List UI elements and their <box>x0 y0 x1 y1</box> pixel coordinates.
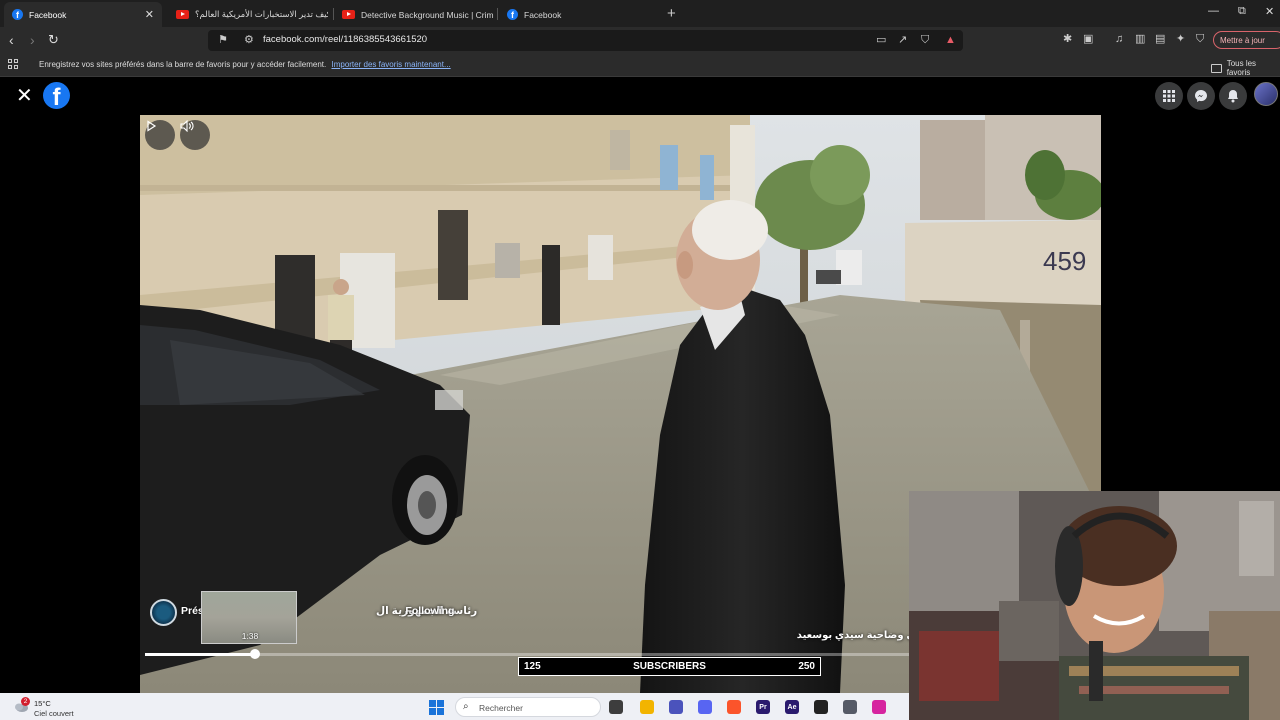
extensions-icon[interactable]: ✱ <box>1063 33 1072 45</box>
tab-youtube-cia[interactable]: كيف تدير الاستخبارات الأمريكية العالم؟ | <box>168 2 328 27</box>
youtube-icon <box>176 10 189 19</box>
subscribers-goal: 250 <box>798 661 815 672</box>
teams-icon[interactable] <box>669 700 683 714</box>
shield-icon[interactable]: ⛉ <box>921 34 929 46</box>
search-placeholder: Rechercher <box>479 703 523 713</box>
notifications-bell-icon[interactable] <box>1219 82 1247 110</box>
all-bookmarks-label: Tous les favoris <box>1226 59 1257 77</box>
video-progress-fill <box>145 653 255 656</box>
speaker-icon <box>180 120 194 132</box>
menu-grid-icon[interactable] <box>1155 82 1183 110</box>
ai-icon[interactable]: ✦ <box>1176 33 1185 45</box>
close-tab-icon[interactable]: ✕ <box>145 8 154 21</box>
update-button[interactable]: Mettre à jour <box>1213 31 1280 49</box>
windows-start-button[interactable] <box>429 700 444 715</box>
instagram-icon[interactable] <box>872 700 886 714</box>
webcam-illustration <box>909 491 1280 720</box>
channel-avatar[interactable] <box>150 599 177 626</box>
url-text[interactable]: facebook.com/reel/1186385543661520 <box>263 34 427 45</box>
forward-icon[interactable]: › <box>30 33 35 47</box>
following-status[interactable]: · Following <box>399 605 454 617</box>
after-effects-icon[interactable]: Ae <box>785 700 799 714</box>
wallet-icon[interactable]: ▤ <box>1155 33 1165 45</box>
site-settings-icon[interactable]: ⚙ <box>244 34 254 46</box>
tab-title: Facebook <box>29 9 67 20</box>
play-icon <box>147 120 157 132</box>
vpn-icon[interactable]: ⛉ <box>1196 33 1204 45</box>
brave-icon[interactable] <box>727 700 741 714</box>
close-reel-icon[interactable]: ✕ <box>16 86 33 106</box>
media-icon[interactable]: ♫ <box>1115 33 1123 45</box>
search-icon: ⌕ <box>463 701 469 712</box>
tab-title: Detective Background Music | Crime <box>361 9 494 20</box>
rewards-icon[interactable]: ▲ <box>945 34 956 46</box>
apps-grid-icon[interactable] <box>8 59 19 70</box>
minimize-icon[interactable]: — <box>1208 5 1219 17</box>
folder-icon <box>1211 63 1222 73</box>
weather-temperature[interactable]: 15°C <box>34 699 51 708</box>
tab-separator <box>497 8 498 20</box>
translate-icon[interactable]: ▣ <box>1083 33 1093 45</box>
premiere-icon[interactable]: Pr <box>756 700 770 714</box>
bookmarks-hint-text: Enregistrez vos sites préférés dans la b… <box>39 60 327 69</box>
seek-preview-thumbnail: 1:38 <box>201 591 297 644</box>
messenger-icon[interactable] <box>1187 82 1215 110</box>
taskbar-search[interactable]: ⌕ Rechercher <box>455 697 601 717</box>
youtube-icon <box>342 10 355 19</box>
facebook-icon: f <box>507 9 518 20</box>
windows-taskbar: 2 15°C Ciel couvert ⌕ Rechercher Pr Ae <box>0 693 909 720</box>
tab-facebook-active[interactable]: f Facebook ✕ <box>4 2 162 27</box>
browser-toolbar: ‹ › ↻ ⚑ ⚙ facebook.com/reel/118638554366… <box>0 27 1280 54</box>
seek-preview-time: 1:38 <box>241 631 259 641</box>
wall-number: 459 <box>1043 246 1086 276</box>
weather-condition[interactable]: Ciel couvert <box>34 709 74 718</box>
calculator-icon[interactable] <box>843 700 857 714</box>
screen: f Facebook ✕ كيف تدير الاستخبارات الأمري… <box>0 0 1280 720</box>
profile-avatar[interactable] <box>1254 82 1278 106</box>
discord-icon[interactable] <box>698 700 712 714</box>
cast-icon[interactable]: ▭ <box>876 34 886 46</box>
back-icon[interactable]: ‹ <box>9 33 14 47</box>
subscribers-label: SUBSCRIBERS <box>633 661 706 672</box>
facebook-icon: f <box>12 9 23 20</box>
tab-facebook[interactable]: f Facebook <box>499 2 659 27</box>
webcam-feed <box>909 491 1280 720</box>
tab-youtube-music[interactable]: Detective Background Music | Crime <box>334 2 494 27</box>
address-bar[interactable]: ⚑ ⚙ facebook.com/reel/1186385543661520 ▭… <box>208 30 963 51</box>
tab-title: كيف تدير الاستخبارات الأمريكية العالم؟ | <box>195 9 328 19</box>
task-view-icon[interactable] <box>609 700 623 714</box>
restore-icon[interactable]: ⧉ <box>1238 5 1246 18</box>
bookmark-icon[interactable]: ⚑ <box>218 34 228 46</box>
sidebar-icon[interactable]: ▥ <box>1135 33 1145 45</box>
bookmarks-bar: Enregistrez vos sites préférés dans la b… <box>0 54 1280 77</box>
facebook-logo[interactable]: f <box>43 82 70 109</box>
volume-button[interactable] <box>180 120 210 150</box>
close-window-icon[interactable]: ✕ <box>1265 5 1274 18</box>
file-explorer-icon[interactable] <box>640 700 654 714</box>
all-bookmarks-button[interactable]: Tous les favoris <box>1211 59 1280 77</box>
bookmarks-message: Enregistrez vos sites préférés dans la b… <box>39 60 451 69</box>
share-icon[interactable]: ↗ <box>898 34 907 46</box>
reload-icon[interactable]: ↻ <box>48 33 59 47</box>
browser-tab-bar: f Facebook ✕ كيف تدير الاستخبارات الأمري… <box>0 0 1280 27</box>
video-progress-handle[interactable] <box>249 649 260 659</box>
weather-alert-badge: 2 <box>21 697 30 706</box>
tab-title: Facebook <box>524 9 562 20</box>
subscriber-goal-overlay: 125 SUBSCRIBERS 250 <box>518 657 821 676</box>
import-bookmarks-link[interactable]: Importer des favoris maintenant... <box>331 60 450 69</box>
new-tab-button[interactable]: + <box>667 5 676 22</box>
play-button[interactable] <box>145 120 175 150</box>
obs-icon[interactable] <box>814 700 828 714</box>
